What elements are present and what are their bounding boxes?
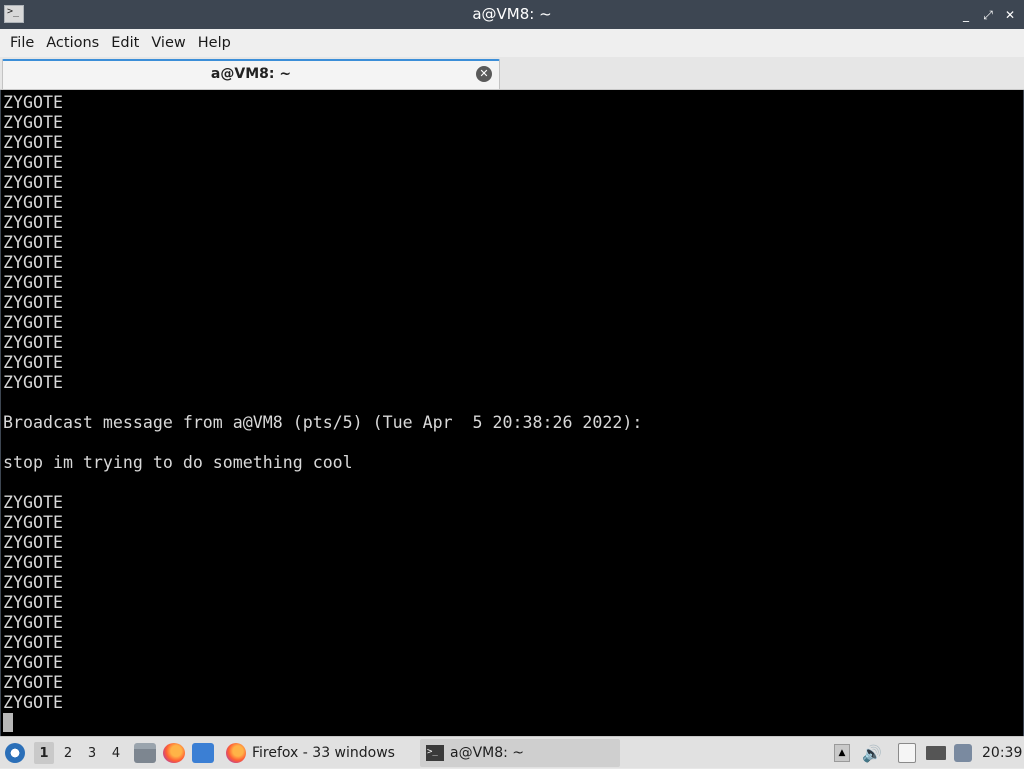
terminal-cursor [3, 713, 13, 732]
taskbar: 1 2 3 4 Firefox - 33 windows >_ a@VM8: ~… [0, 736, 1024, 768]
menu-edit[interactable]: Edit [105, 29, 145, 57]
terminal-text: ZYGOTE ZYGOTE ZYGOTE ZYGOTE ZYGOTE ZYGOT… [3, 93, 643, 712]
task-firefox-label: Firefox - 33 windows [252, 745, 395, 761]
terminal-icon: >_ [426, 745, 444, 761]
tab-label: a@VM8: ~ [210, 66, 292, 82]
menu-help[interactable]: Help [192, 29, 237, 57]
tray-scroll-up-icon[interactable]: ▲ [834, 737, 850, 769]
firefox-launcher-icon[interactable] [163, 743, 185, 763]
window-titlebar: >_ a@VM8: ~ _ ⤢ ✕ [0, 0, 1024, 29]
task-firefox[interactable]: Firefox - 33 windows [220, 739, 401, 767]
desktop-3-button[interactable]: 3 [82, 742, 102, 764]
menu-bar: File Actions Edit View Help [0, 29, 1024, 57]
firefox-icon [226, 743, 246, 763]
menu-view[interactable]: View [145, 29, 191, 57]
maximize-button[interactable]: ⤢ [980, 7, 996, 23]
task-terminal-label: a@VM8: ~ [450, 745, 525, 761]
menu-actions[interactable]: Actions [40, 29, 105, 57]
task-terminal[interactable]: >_ a@VM8: ~ [420, 739, 620, 767]
window-title: a@VM8: ~ [472, 5, 552, 23]
menu-file[interactable]: File [4, 29, 40, 57]
update-notifier-icon[interactable] [954, 737, 972, 769]
show-desktop-icon[interactable] [192, 743, 214, 763]
clipboard-icon[interactable] [898, 737, 916, 769]
tab-terminal[interactable]: a@VM8: ~ ✕ [2, 59, 500, 89]
tab-close-icon[interactable]: ✕ [476, 66, 492, 82]
start-menu-button[interactable] [5, 737, 27, 769]
desktop-4-button[interactable]: 4 [106, 742, 126, 764]
clock[interactable]: 20:39 [982, 737, 1022, 769]
minimize-button[interactable]: _ [958, 7, 974, 23]
lubuntu-logo-icon [5, 743, 25, 763]
tab-bar: a@VM8: ~ ✕ [0, 57, 1024, 90]
close-button[interactable]: ✕ [1002, 7, 1018, 23]
desktop-1-button[interactable]: 1 [34, 742, 54, 764]
desktop-2-button[interactable]: 2 [58, 742, 78, 764]
volume-icon[interactable]: 🔊 [862, 737, 882, 769]
terminal-output[interactable]: ZYGOTE ZYGOTE ZYGOTE ZYGOTE ZYGOTE ZYGOT… [0, 90, 1024, 736]
network-icon[interactable] [926, 737, 946, 769]
file-manager-icon[interactable] [134, 743, 156, 763]
